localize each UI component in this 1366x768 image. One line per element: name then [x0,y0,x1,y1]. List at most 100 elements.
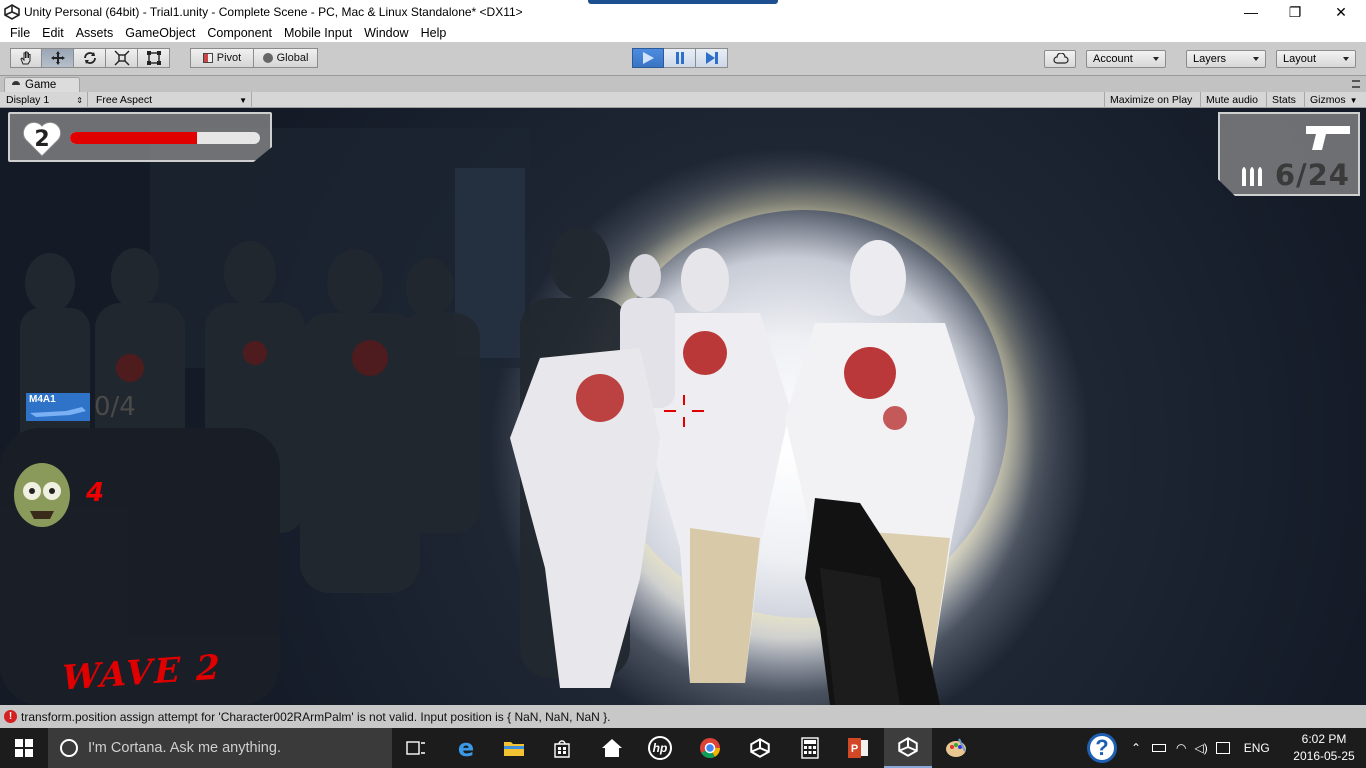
console-status-bar[interactable]: ! transform.position assign attempt for … [0,705,1366,728]
tab-game-label: Game [25,79,57,91]
game-viewport[interactable]: 2 6/24 M4A1 0/4 4 WAVE 2 [0,108,1366,705]
clock-time: 6:02 PM [1301,732,1347,746]
rotate-tool-button[interactable] [74,48,106,68]
minimize-button[interactable]: — [1228,0,1274,24]
menu-gameobject[interactable]: GameObject [119,26,201,40]
language-indicator[interactable]: ENG [1244,741,1270,755]
calculator-button[interactable] [786,728,834,768]
account-label: Account [1093,53,1133,65]
tab-menu-icon[interactable] [1352,80,1360,88]
chevron-down-icon: ▼ [1349,95,1358,105]
cloud-button[interactable] [1044,50,1076,68]
paint-button[interactable] [932,728,980,768]
health-bar-fill [70,132,198,144]
hand-tool-button[interactable] [10,48,42,68]
menu-component[interactable]: Component [201,26,278,40]
pause-button[interactable] [664,48,696,68]
edge-button[interactable]: e [442,728,490,768]
maximize-button[interactable]: ❐ [1272,0,1318,24]
error-icon: ! [4,710,17,723]
rect-tool-button[interactable] [138,48,170,68]
updown-icon: ⇕ [76,95,83,105]
mute-audio-label: Mute audio [1206,94,1258,106]
start-button[interactable] [0,728,48,768]
store-button[interactable] [538,728,586,768]
menu-edit[interactable]: Edit [36,26,70,40]
bullets-icon [1242,167,1262,186]
cortana-search-box[interactable]: I'm Cortana. Ask me anything. [48,728,392,768]
hp-button[interactable]: hp [636,728,684,768]
console-message: transform.position assign attempt for 'C… [21,709,611,724]
wifi-icon[interactable]: ◠ [1176,741,1186,755]
cloud-icon [1053,53,1069,64]
unity-hub-button[interactable] [736,728,784,768]
pivot-button[interactable]: Pivot [190,48,254,68]
health-bar [70,132,260,144]
gizmos-dropdown[interactable]: Gizmos ▼ [1304,92,1366,108]
chrome-button[interactable] [686,728,734,768]
transform-tools [10,48,170,68]
maximize-on-play-toggle[interactable]: Maximize on Play [1104,92,1200,108]
zombie-head-icon [14,463,70,527]
mute-audio-toggle[interactable]: Mute audio [1200,92,1266,108]
help-icon: ? [1087,733,1117,763]
account-dropdown[interactable]: Account [1086,50,1166,68]
global-button[interactable]: Global [254,48,318,68]
layers-dropdown[interactable]: Layers [1186,50,1266,68]
game-controller-icon [12,81,20,85]
move-tool-button[interactable] [42,48,74,68]
chevron-down-icon [1253,57,1259,61]
move-arrows-icon [50,51,65,65]
edge-icon: e [457,734,475,762]
calculator-icon [801,737,819,759]
layout-dropdown[interactable]: Layout [1276,50,1356,68]
close-button[interactable]: ✕ [1318,0,1364,24]
maximize-on-play-label: Maximize on Play [1110,94,1193,106]
unity-icon [898,737,918,757]
folder-icon [504,742,524,756]
help-button[interactable]: ? [1080,728,1124,768]
task-view-icon [406,741,425,755]
pivot-global-group: Pivot Global [190,48,318,68]
notification-icon[interactable] [1215,742,1230,754]
file-explorer-button[interactable] [490,728,538,768]
clock[interactable]: 6:02 PM 2016-05-25 [1288,731,1360,765]
menu-window[interactable]: Window [358,26,414,40]
hp-logo-icon: hp [648,736,672,760]
powerpoint-icon: P [848,738,868,758]
menu-assets[interactable]: Assets [70,26,120,40]
clock-date: 2016-05-25 [1293,749,1355,763]
m4a1-weapon-icon: M4A1 [26,393,90,421]
cortana-circle-icon [60,739,78,757]
menu-file[interactable]: File [4,26,36,40]
menu-help[interactable]: Help [415,26,453,40]
display-select[interactable]: Display 1 ⇕ [0,92,88,108]
home-button[interactable] [588,728,636,768]
pivot-label: Pivot [216,52,242,64]
aspect-select[interactable]: Free Aspect ▼ [90,92,252,108]
battery-icon[interactable] [1152,744,1166,752]
play-button[interactable] [632,48,664,68]
task-view-button[interactable] [392,728,440,768]
rotate-icon [83,52,96,64]
chevron-up-icon[interactable]: ⌃ [1128,741,1144,755]
powerpoint-button[interactable]: P [834,728,882,768]
tab-bar: Game [0,76,1366,92]
layout-label: Layout [1283,53,1317,65]
crosshair-icon [664,395,704,427]
menu-bar: File Edit Assets GameObject Component Mo… [0,24,1366,42]
stats-toggle[interactable]: Stats [1266,92,1304,108]
lives-count: 2 [34,127,50,152]
windows-taskbar: I'm Cortana. Ask me anything. e hp P ? ⌃ [0,728,1366,768]
hand-icon [20,51,31,65]
scale-tool-button[interactable] [106,48,138,68]
toolbar: Pivot Global Account Layers Layout [0,42,1366,76]
gizmos-label: Gizmos [1310,94,1346,106]
paint-palette-icon [946,738,966,757]
menu-mobile-input[interactable]: Mobile Input [278,26,358,40]
unity-editor-button[interactable] [884,728,932,768]
volume-icon[interactable]: ◁) [1194,741,1207,755]
pistol-icon [1306,126,1350,150]
tab-game[interactable]: Game [4,77,80,92]
step-button[interactable] [696,48,728,68]
